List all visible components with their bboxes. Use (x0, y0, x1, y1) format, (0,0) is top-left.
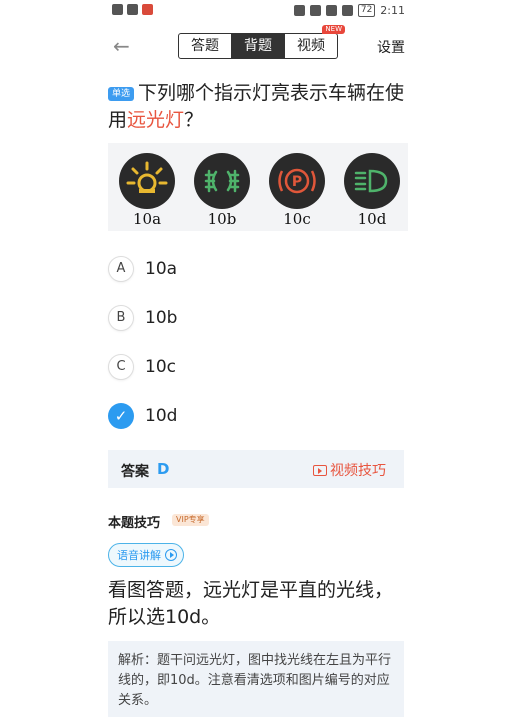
tab-video-label: 视频 (297, 38, 325, 54)
answer-value: D (157, 460, 170, 478)
option-a[interactable]: A 10a (108, 256, 177, 282)
answer-bar: 答案 D 视频技巧 (108, 450, 404, 488)
battery-indicator: 72 (357, 4, 376, 17)
top-nav: ← 答题 背题 视频 NEW 设置 (0, 25, 515, 60)
mode-tabs: 答题 背题 视频 NEW (178, 25, 345, 59)
parking-brake-icon: P (269, 153, 325, 209)
image-label-a: 10a (132, 210, 162, 228)
video-icon (313, 464, 327, 476)
clock: 2:11 (380, 4, 405, 17)
tab-answer-label: 答题 (191, 38, 219, 54)
voice-explain-button[interactable]: 语音讲解 (108, 543, 184, 567)
play-icon (165, 549, 177, 561)
status-icons-left (112, 4, 153, 15)
analysis-panel: 解析：题干问远光灯，图中找光线在左且为平行线的，即10d。注意看清选项和图片编号… (108, 641, 404, 717)
vibrate-icon (341, 5, 353, 16)
image-label-c: 10c (283, 210, 311, 228)
app-notification-icon (142, 4, 153, 15)
new-badge: NEW (322, 25, 345, 34)
option-c-letter: C (108, 354, 134, 380)
question-highlight: 远光灯 (127, 109, 185, 131)
question-end: ？ (184, 109, 204, 131)
tip-title: 本题技巧 (108, 516, 161, 531)
option-b[interactable]: B 10b (108, 305, 177, 331)
option-a-letter: A (108, 256, 134, 282)
question-image: P 10a 10b 10c 10d (108, 143, 408, 231)
answer-label: 答案 (121, 464, 149, 480)
image-label-b: 10b (207, 210, 237, 228)
tab-video[interactable]: 视频 NEW (284, 25, 345, 58)
mute-icon (325, 5, 337, 16)
option-a-text: 10a (145, 259, 178, 279)
status-icons-right: 72 2:11 (293, 4, 405, 17)
back-arrow-icon[interactable]: ← (113, 34, 130, 58)
fog-lamp-indicator-icon (119, 153, 175, 209)
analysis-text: 解析：题干问远光灯，图中找光线在左且为平行线的，即10d。注意看清选项和图片编号… (118, 653, 392, 708)
settings-button[interactable]: 设置 (377, 37, 405, 57)
video-tip-button[interactable]: 视频技巧 (313, 460, 386, 480)
option-b-text: 10b (145, 308, 178, 328)
option-c[interactable]: C 10c (108, 354, 176, 380)
tab-memorize[interactable]: 背题 (231, 34, 284, 58)
tab-answer[interactable]: 答题 (179, 34, 231, 58)
high-beam-icon (344, 153, 400, 209)
option-d[interactable]: ✓ 10d (108, 403, 177, 429)
option-b-letter: B (108, 305, 134, 331)
eye-icon (293, 5, 305, 16)
alert-icon (112, 4, 123, 15)
status-bar: 72 2:11 (0, 0, 515, 22)
question-text: 单选 下列哪个指示灯亮表示车辆在使用远光灯？ (108, 80, 408, 134)
video-tip-label: 视频技巧 (330, 463, 386, 479)
nfc-icon (309, 5, 321, 16)
wifi-icon (127, 4, 138, 15)
option-d-text: 10d (145, 406, 178, 426)
image-label-d: 10d (357, 210, 387, 228)
svg-text:P: P (292, 174, 302, 190)
tip-body: 看图答题，远光灯是平直的光线，所以选10d。 (108, 579, 394, 628)
checkmark-icon: ✓ (108, 403, 134, 429)
question-type-badge: 单选 (108, 87, 135, 101)
front-fog-light-icon (194, 153, 250, 209)
vip-badge: VIP专享 (172, 514, 209, 526)
option-c-text: 10c (145, 357, 176, 377)
tab-memorize-label: 背题 (244, 38, 272, 54)
voice-explain-label: 语音讲解 (117, 549, 161, 562)
